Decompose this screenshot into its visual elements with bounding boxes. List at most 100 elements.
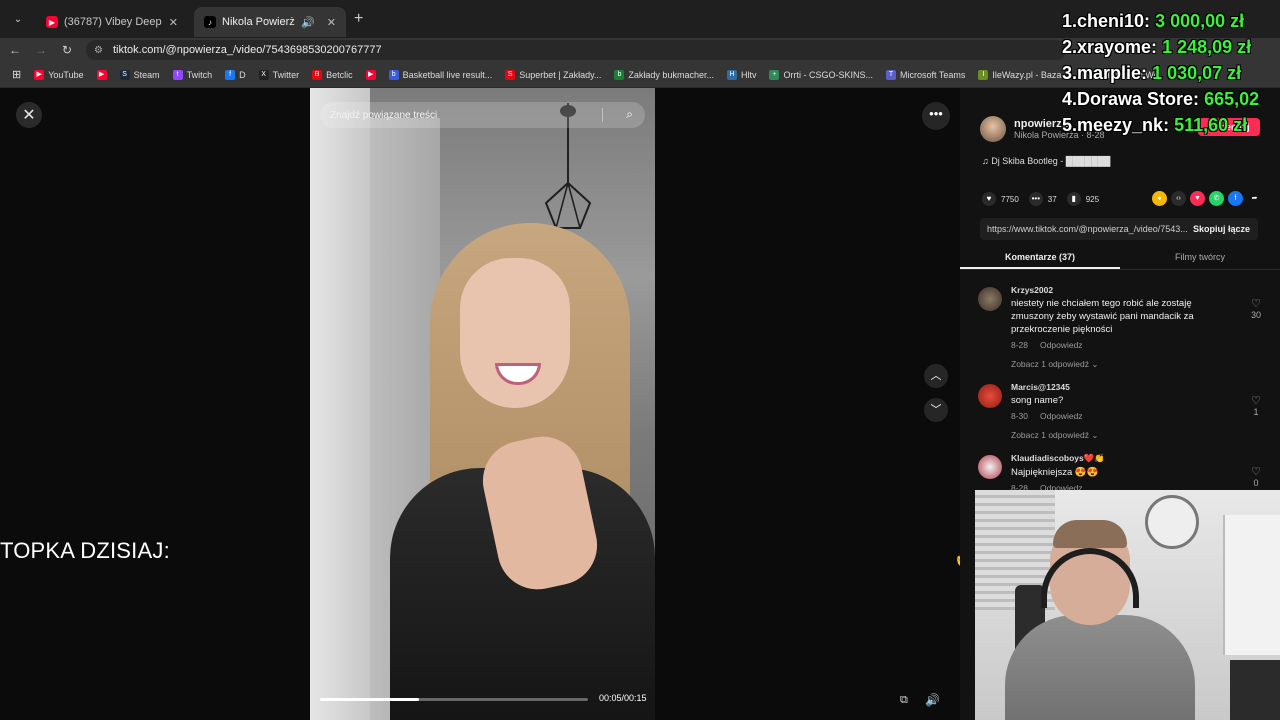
reply-button[interactable]: Odpowiedz [1040, 411, 1083, 421]
url-text: tiktok.com/@npowierza_/video/75436985302… [112, 44, 382, 56]
top-today-label: TOPKA DZISIAJ: [0, 538, 170, 563]
video-player[interactable]: Znajdź powiązane treści ⌕ 00:05/00:15 [310, 88, 655, 720]
screen: ⌄ ▶ (36787) Vibey Deep House Mix ✕ ♪ Nik… [0, 0, 1280, 720]
comment-username[interactable]: Krzys2002 [1011, 285, 1231, 295]
share-link-field[interactable]: https://www.tiktok.com/@npowierza_/video… [980, 218, 1258, 240]
comment-like-button[interactable]: ♡ 0 [1246, 465, 1266, 488]
bookmark-twitter[interactable]: X Twitter [258, 69, 299, 80]
facebook-icon[interactable]: f [1228, 191, 1243, 206]
ilewazy-icon: I [978, 69, 989, 80]
engagement-stats: ♥ 7750 ••• 37 ▮ 925 [982, 192, 1099, 206]
related-search-input[interactable]: Znajdź powiązane treści ⌕ [320, 102, 645, 128]
next-video-icon[interactable]: ﹀ [924, 398, 948, 422]
bookmark-label: D [239, 69, 246, 80]
browser-tab-tiktok[interactable]: ♪ Nikola Powierża (@npowier 🔊 ✕ [194, 7, 346, 37]
youtube-icon: ▶ [365, 69, 376, 80]
speaker-icon[interactable]: 🔊 [301, 16, 315, 29]
save-button[interactable]: ▮ 925 [1066, 192, 1100, 206]
bookmark-youtube-3[interactable]: ▶ [365, 69, 376, 80]
like-button[interactable]: ♥ 7750 [982, 192, 1019, 206]
tab-comments[interactable]: Komentarze (37) [960, 248, 1120, 269]
comment-like-button[interactable]: ♡ 30 [1246, 297, 1266, 320]
forward-icon[interactable]: → [30, 43, 52, 57]
bookmark-label: Basketball live result... [402, 69, 493, 80]
bookmark-hltv[interactable]: H Hltv [726, 69, 757, 80]
share-link-text: https://www.tiktok.com/@npowierza_/video… [987, 224, 1188, 234]
video-frame-wall [310, 88, 370, 720]
bookmark-facebook[interactable]: fD [225, 69, 246, 80]
betclic-icon: B [312, 69, 323, 80]
share-buttons: ● ‹› ▼ ✆ f ➦ [1152, 191, 1262, 206]
facebook-icon: f [225, 69, 236, 80]
reload-icon[interactable]: ↻ [56, 43, 78, 57]
bookmark-youtube-2[interactable]: ▶ [96, 69, 107, 80]
heart-outline-icon: ♡ [1251, 395, 1261, 407]
video-progress-fill [320, 698, 420, 701]
youtube-icon: ▶ [34, 69, 45, 80]
bookmark-label: Twitch [186, 69, 213, 80]
close-tab-icon[interactable]: ✕ [327, 16, 336, 29]
comment-button[interactable]: ••• 37 [1028, 192, 1057, 206]
bookmark-label: Hltv [740, 69, 757, 80]
previous-video-icon[interactable]: ︿ [924, 364, 948, 388]
send-icon[interactable]: ▼ [1190, 191, 1205, 206]
whatsapp-icon[interactable]: ✆ [1209, 191, 1224, 206]
bookmark-orrti[interactable]: + Orrti - CSGO-SKINS... [769, 69, 873, 80]
bookmark-zaklady[interactable]: b Zakłady bukmacher... [614, 69, 714, 80]
comment-like-button[interactable]: ♡ 1 [1246, 394, 1266, 417]
bookmark-label: Orrti - CSGO-SKINS... [783, 69, 873, 80]
comment-text: Najpiękniejsza 😍😍 [1011, 467, 1099, 478]
copy-link-button[interactable]: Skopiuj łącze [1193, 224, 1250, 234]
donation-leaderboard: 1.cheni10: 3 000,00 zł 2.xrayome: 1 248,… [1062, 8, 1259, 138]
twitch-icon: t [172, 69, 183, 80]
close-icon[interactable]: ✕ [16, 102, 42, 128]
bookmark-betclic[interactable]: B Betclic [312, 69, 353, 80]
bookmark-superbet[interactable]: S Superbet | Zakłady... [505, 69, 601, 80]
new-tab-button[interactable]: + [354, 10, 363, 28]
bookmark-steam[interactable]: S Steam [119, 69, 160, 80]
site-info-icon[interactable]: ⚙ [94, 45, 103, 56]
share-arrow-icon[interactable]: ➦ [1247, 191, 1262, 206]
comment-text: niestety nie chciałem tego robić ale zos… [1011, 298, 1194, 335]
search-icon[interactable]: ⌕ [626, 107, 633, 122]
embed-icon[interactable]: ‹› [1171, 191, 1186, 206]
tab-search-chevron-icon[interactable]: ⌄ [6, 7, 30, 31]
bookmark-basketball[interactable]: b Basketball live result... [388, 69, 493, 80]
address-bar[interactable]: ⚙ tiktok.com/@npowierza_/video/754369853… [86, 40, 1066, 60]
panel-tabs: Komentarze (37) Filmy twórcy [960, 248, 1280, 270]
bookmark-label: Betclic [326, 69, 353, 80]
avatar[interactable] [978, 287, 1002, 311]
picture-in-picture-icon[interactable]: ⧉ [900, 694, 908, 707]
video-viewer: ✕ Znajdź powiązane treści ⌕ 00:05/00:15 … [0, 88, 973, 720]
bookmark-youtube[interactable]: ▶ YouTube [34, 69, 84, 80]
leaderboard-row: 4.Dorawa Store: 665,02 [1062, 86, 1259, 112]
save-count: 925 [1085, 194, 1100, 204]
view-replies-button[interactable]: Zobacz 1 odpowiedź ⌄ [1011, 359, 1231, 370]
bookmark-teams[interactable]: T Microsoft Teams [885, 69, 966, 80]
back-icon[interactable]: ← [4, 43, 26, 57]
basketball-icon: b [388, 69, 399, 80]
music-link[interactable]: ♫ Dj Skiba Bootleg - ███████ [982, 156, 1110, 166]
volume-icon[interactable]: 🔊 [925, 693, 940, 707]
browser-tab-youtube[interactable]: ▶ (36787) Vibey Deep House Mix ✕ [36, 7, 188, 37]
avatar[interactable] [978, 384, 1002, 408]
comment-username[interactable]: Marcis@12345 [1011, 382, 1231, 392]
comment-like-count: 1 [1253, 407, 1259, 417]
view-replies-button[interactable]: Zobacz 1 odpowiedź ⌄ [1011, 430, 1231, 441]
bookmark-twitch[interactable]: t Twitch [172, 69, 213, 80]
superbet-icon: S [505, 69, 516, 80]
avatar[interactable] [980, 116, 1006, 142]
apps-grid-icon[interactable]: ⊞ [12, 68, 21, 81]
avatar[interactable] [978, 455, 1002, 479]
tab-creator-videos[interactable]: Filmy twórcy [1120, 248, 1280, 269]
more-options-icon[interactable]: ••• [922, 102, 950, 130]
comment-username[interactable]: Klaudiadiscoboys❤️👏 [1011, 453, 1231, 464]
comment-text: song name? [1011, 395, 1064, 406]
coin-icon[interactable]: ● [1152, 191, 1167, 206]
close-tab-icon[interactable]: ✕ [169, 16, 178, 29]
bookmark-label: Microsoft Teams [899, 69, 966, 80]
bookmark-label: Steam [133, 69, 160, 80]
video-progress-bar[interactable] [320, 698, 588, 701]
reply-button[interactable]: Odpowiedz [1040, 340, 1083, 350]
leaderboard-row: 1.cheni10: 3 000,00 zł [1062, 8, 1259, 34]
